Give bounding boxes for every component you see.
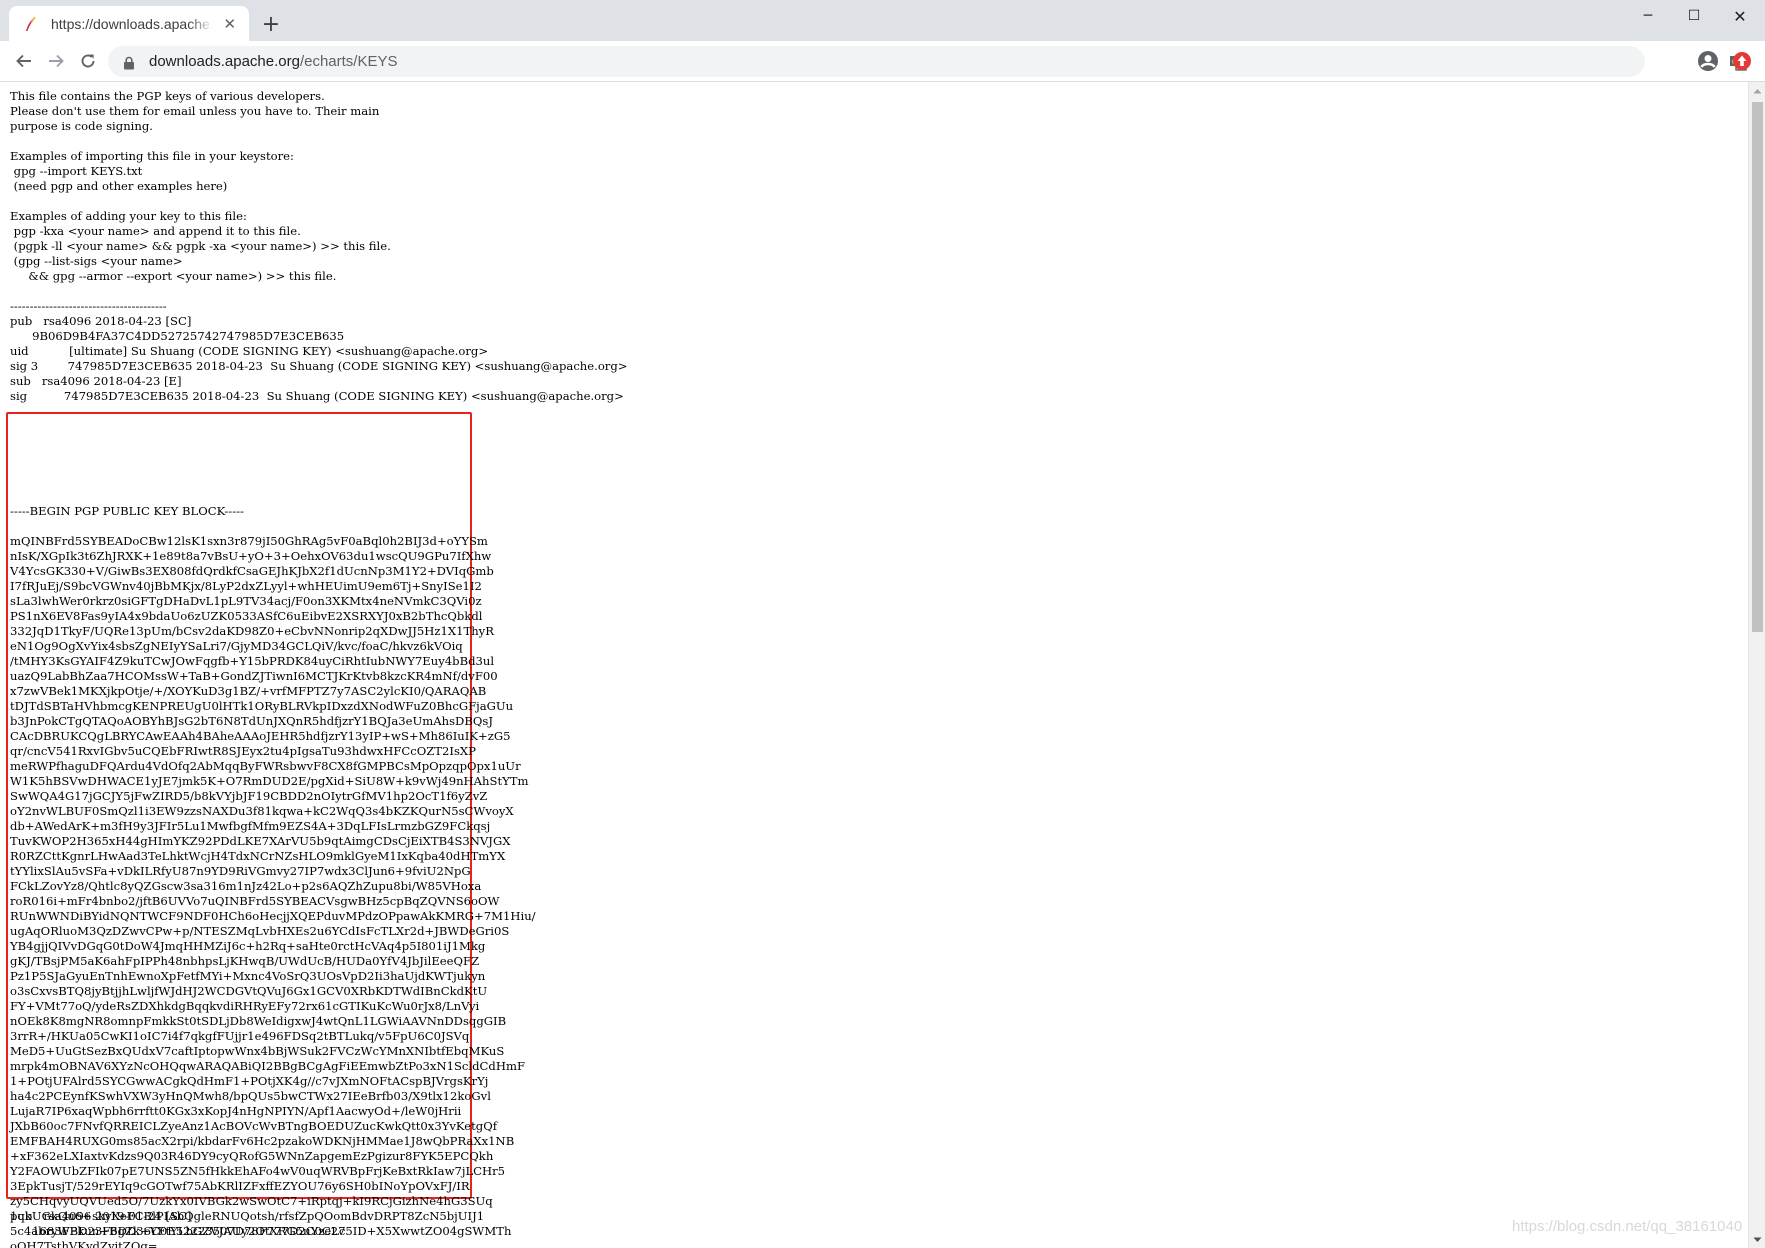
scrollbar-thumb[interactable] [1752, 102, 1763, 632]
pgp-public-key-block: -----BEGIN PGP PUBLIC KEY BLOCK----- mQI… [10, 504, 536, 1248]
url-host: downloads.apache.org [149, 53, 300, 70]
tab-title: https://downloads.apache.org [51, 15, 213, 32]
vertical-scrollbar[interactable] [1748, 82, 1765, 1248]
scroll-down-icon[interactable] [1749, 1231, 1765, 1248]
watermark: https://blog.csdn.net/qq_38161040 [1512, 1218, 1743, 1235]
browser-toolbar: downloads.apache.org/echarts/KEYS G文 [0, 41, 1765, 82]
reload-icon[interactable] [74, 47, 102, 75]
forward-arrow-icon[interactable] [42, 47, 70, 75]
plus-icon[interactable]: + [258, 11, 284, 37]
url-path: /echarts/KEYS [299, 53, 398, 70]
lock-icon[interactable] [122, 55, 136, 69]
page-viewport: This file contains the PGP keys of vario… [0, 82, 1748, 1248]
window-close-button[interactable]: ✕ [1715, 0, 1765, 32]
close-icon[interactable]: ✕ [221, 14, 239, 34]
apache-feather-icon [23, 16, 39, 32]
minimize-button[interactable]: ─ [1623, 0, 1673, 32]
extension-icon[interactable] [1731, 50, 1753, 72]
scroll-up-icon[interactable] [1749, 82, 1765, 99]
next-key-entry: pub rsa4096 2019-01-24 [SC] 1683FBD23F6D… [10, 1209, 346, 1238]
maximize-button[interactable]: ☐ [1669, 0, 1719, 32]
browser-tab[interactable]: https://downloads.apache.org ✕ [9, 6, 249, 41]
address-bar[interactable]: downloads.apache.org/echarts/KEYS G文 [108, 46, 1747, 77]
profile-icon[interactable] [1697, 50, 1719, 72]
tab-strip: https://downloads.apache.org ✕ + ─ ☐ ✕ [0, 0, 1765, 41]
back-arrow-icon[interactable] [10, 47, 38, 75]
keys-file-header: This file contains the PGP keys of vario… [10, 89, 628, 403]
